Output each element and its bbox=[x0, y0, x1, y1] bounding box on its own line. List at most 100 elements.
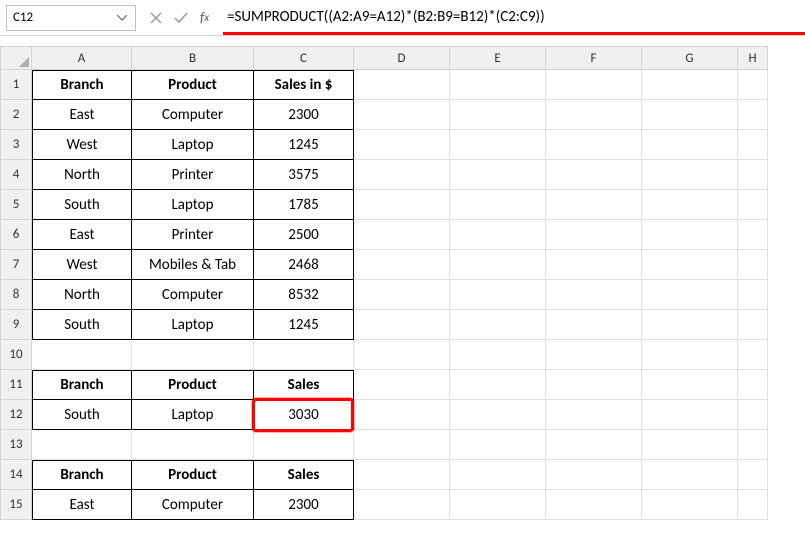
cell[interactable] bbox=[450, 130, 546, 160]
cell-selected[interactable]: 3030 bbox=[254, 400, 354, 430]
column-header[interactable]: H bbox=[738, 46, 768, 70]
cell[interactable] bbox=[354, 400, 450, 430]
header-cell[interactable]: Product bbox=[132, 70, 254, 100]
cell[interactable] bbox=[642, 130, 738, 160]
cell[interactable] bbox=[450, 220, 546, 250]
column-header[interactable]: E bbox=[450, 46, 546, 70]
cell[interactable] bbox=[450, 370, 546, 400]
cell[interactable] bbox=[738, 100, 768, 130]
cell[interactable] bbox=[546, 400, 642, 430]
cell[interactable] bbox=[738, 400, 768, 430]
row-header[interactable]: 13 bbox=[0, 430, 32, 460]
cell[interactable] bbox=[546, 190, 642, 220]
cell[interactable]: Computer bbox=[132, 490, 254, 520]
cell[interactable] bbox=[738, 490, 768, 520]
column-header[interactable]: G bbox=[642, 46, 738, 70]
row-header[interactable]: 8 bbox=[0, 280, 32, 310]
cell[interactable] bbox=[254, 340, 354, 370]
cell[interactable] bbox=[642, 400, 738, 430]
cell[interactable] bbox=[738, 340, 768, 370]
cell[interactable]: Laptop bbox=[132, 400, 254, 430]
header-cell[interactable]: Branch bbox=[32, 70, 132, 100]
row-header[interactable]: 15 bbox=[0, 490, 32, 520]
cell[interactable] bbox=[738, 70, 768, 100]
cell[interactable]: Laptop bbox=[132, 310, 254, 340]
cell[interactable]: 1785 bbox=[254, 190, 354, 220]
cell[interactable] bbox=[450, 70, 546, 100]
cell[interactable] bbox=[354, 370, 450, 400]
cell[interactable]: 8532 bbox=[254, 280, 354, 310]
cell[interactable] bbox=[450, 190, 546, 220]
cell[interactable] bbox=[354, 250, 450, 280]
header-cell[interactable]: Branch bbox=[32, 370, 132, 400]
cell[interactable] bbox=[546, 490, 642, 520]
row-header[interactable]: 14 bbox=[0, 460, 32, 490]
header-cell[interactable]: Branch bbox=[32, 460, 132, 490]
cell[interactable] bbox=[450, 340, 546, 370]
cell[interactable]: East bbox=[32, 490, 132, 520]
cell[interactable] bbox=[32, 340, 132, 370]
cell[interactable] bbox=[738, 460, 768, 490]
cell[interactable] bbox=[546, 250, 642, 280]
cell[interactable]: Computer bbox=[132, 100, 254, 130]
cell[interactable] bbox=[354, 190, 450, 220]
formula-input[interactable]: =SUMPRODUCT((A2:A9=A12)*(B2:B9=B12)*(C2:… bbox=[223, 5, 805, 29]
cell[interactable]: Laptop bbox=[132, 190, 254, 220]
cell[interactable] bbox=[546, 310, 642, 340]
row-header[interactable]: 6 bbox=[0, 220, 32, 250]
cell[interactable] bbox=[738, 430, 768, 460]
cell[interactable]: South bbox=[32, 310, 132, 340]
cell[interactable]: 2300 bbox=[254, 100, 354, 130]
cell[interactable]: 2300 bbox=[254, 490, 354, 520]
column-header[interactable]: C bbox=[254, 46, 354, 70]
cell[interactable] bbox=[642, 460, 738, 490]
cell[interactable] bbox=[738, 310, 768, 340]
cell[interactable] bbox=[642, 310, 738, 340]
confirm-icon[interactable] bbox=[174, 12, 188, 24]
cell[interactable] bbox=[354, 490, 450, 520]
cell[interactable]: Printer bbox=[132, 160, 254, 190]
cell[interactable] bbox=[546, 460, 642, 490]
cell[interactable]: Laptop bbox=[132, 130, 254, 160]
cell[interactable] bbox=[546, 100, 642, 130]
cell[interactable]: 1245 bbox=[254, 310, 354, 340]
cell[interactable] bbox=[450, 280, 546, 310]
cell[interactable] bbox=[738, 130, 768, 160]
cell[interactable] bbox=[354, 280, 450, 310]
cell[interactable] bbox=[642, 370, 738, 400]
cell[interactable] bbox=[642, 70, 738, 100]
cell[interactable] bbox=[642, 280, 738, 310]
cell[interactable] bbox=[738, 250, 768, 280]
chevron-down-icon[interactable] bbox=[115, 12, 129, 24]
cell[interactable] bbox=[354, 130, 450, 160]
cell[interactable]: 2468 bbox=[254, 250, 354, 280]
cell[interactable] bbox=[354, 310, 450, 340]
name-box[interactable]: C12 bbox=[6, 5, 136, 31]
cell[interactable]: 2500 bbox=[254, 220, 354, 250]
cell[interactable] bbox=[354, 460, 450, 490]
row-header[interactable]: 3 bbox=[0, 130, 32, 160]
row-header[interactable]: 2 bbox=[0, 100, 32, 130]
cell[interactable] bbox=[642, 190, 738, 220]
cell[interactable] bbox=[738, 280, 768, 310]
cell[interactable] bbox=[450, 430, 546, 460]
row-header[interactable]: 11 bbox=[0, 370, 32, 400]
cell[interactable]: Printer bbox=[132, 220, 254, 250]
cell[interactable]: West bbox=[32, 130, 132, 160]
cell[interactable] bbox=[642, 340, 738, 370]
row-header[interactable]: 9 bbox=[0, 310, 32, 340]
cell[interactable] bbox=[546, 130, 642, 160]
column-header[interactable]: D bbox=[354, 46, 450, 70]
cell[interactable] bbox=[546, 370, 642, 400]
fx-icon[interactable]: fx bbox=[200, 9, 209, 26]
cell[interactable] bbox=[450, 490, 546, 520]
cell[interactable] bbox=[642, 160, 738, 190]
cell[interactable]: Computer bbox=[132, 280, 254, 310]
cell[interactable] bbox=[546, 280, 642, 310]
cell[interactable] bbox=[642, 430, 738, 460]
cell[interactable] bbox=[546, 220, 642, 250]
header-cell[interactable]: Sales bbox=[254, 460, 354, 490]
cell[interactable]: Mobiles & Tab bbox=[132, 250, 254, 280]
cell[interactable] bbox=[354, 430, 450, 460]
cell[interactable] bbox=[450, 310, 546, 340]
